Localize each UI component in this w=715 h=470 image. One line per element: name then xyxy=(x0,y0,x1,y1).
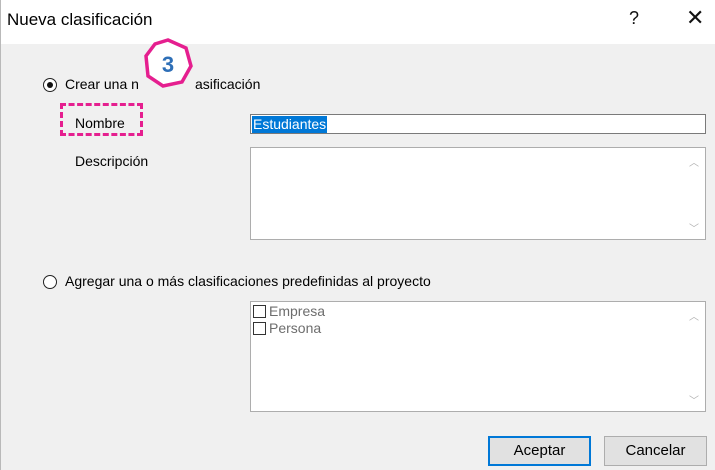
new-classification-dialog: Nueva clasificación ? ✕ Crear una n asif… xyxy=(0,0,715,470)
create-new-radio[interactable] xyxy=(43,78,57,92)
name-input[interactable]: Estudiantes xyxy=(250,114,706,134)
checkbox-empresa[interactable] xyxy=(253,305,266,318)
scroll-up-icon[interactable]: ︿ xyxy=(689,154,699,169)
name-highlight-box xyxy=(60,103,143,136)
step-badge-number: 3 xyxy=(162,52,174,77)
scroll-up-icon[interactable]: ︿ xyxy=(689,308,699,323)
add-predefined-radio[interactable] xyxy=(43,275,57,289)
create-new-radio-label-prefix: Crear una n xyxy=(65,76,139,92)
step-badge: 3 xyxy=(144,38,193,88)
description-textarea[interactable]: ︿ ﹀ xyxy=(250,147,706,240)
scroll-down-icon[interactable]: ﹀ xyxy=(689,220,699,235)
cancel-button[interactable]: Cancelar xyxy=(604,436,707,466)
list-item-persona: Persona xyxy=(269,320,322,336)
predefined-classifications-list[interactable]: Empresa Persona ︿ ﹀ xyxy=(250,301,706,412)
dialog-title: Nueva clasificación xyxy=(7,10,153,29)
add-predefined-radio-label: Agregar una o más clasificaciones predef… xyxy=(65,273,431,289)
title-bar: Nueva clasificación ? ✕ xyxy=(1,0,715,44)
description-label: Descripción xyxy=(75,153,149,169)
create-new-radio-label-suffix: asificación xyxy=(195,76,261,92)
help-button[interactable]: ? xyxy=(629,8,639,29)
list-item-empresa: Empresa xyxy=(269,303,326,319)
name-input-value: Estudiantes xyxy=(252,116,328,133)
accept-button[interactable]: Aceptar xyxy=(488,436,591,466)
scroll-down-icon[interactable]: ﹀ xyxy=(689,392,699,407)
checkbox-persona[interactable] xyxy=(253,322,266,335)
close-button[interactable]: ✕ xyxy=(686,5,704,31)
